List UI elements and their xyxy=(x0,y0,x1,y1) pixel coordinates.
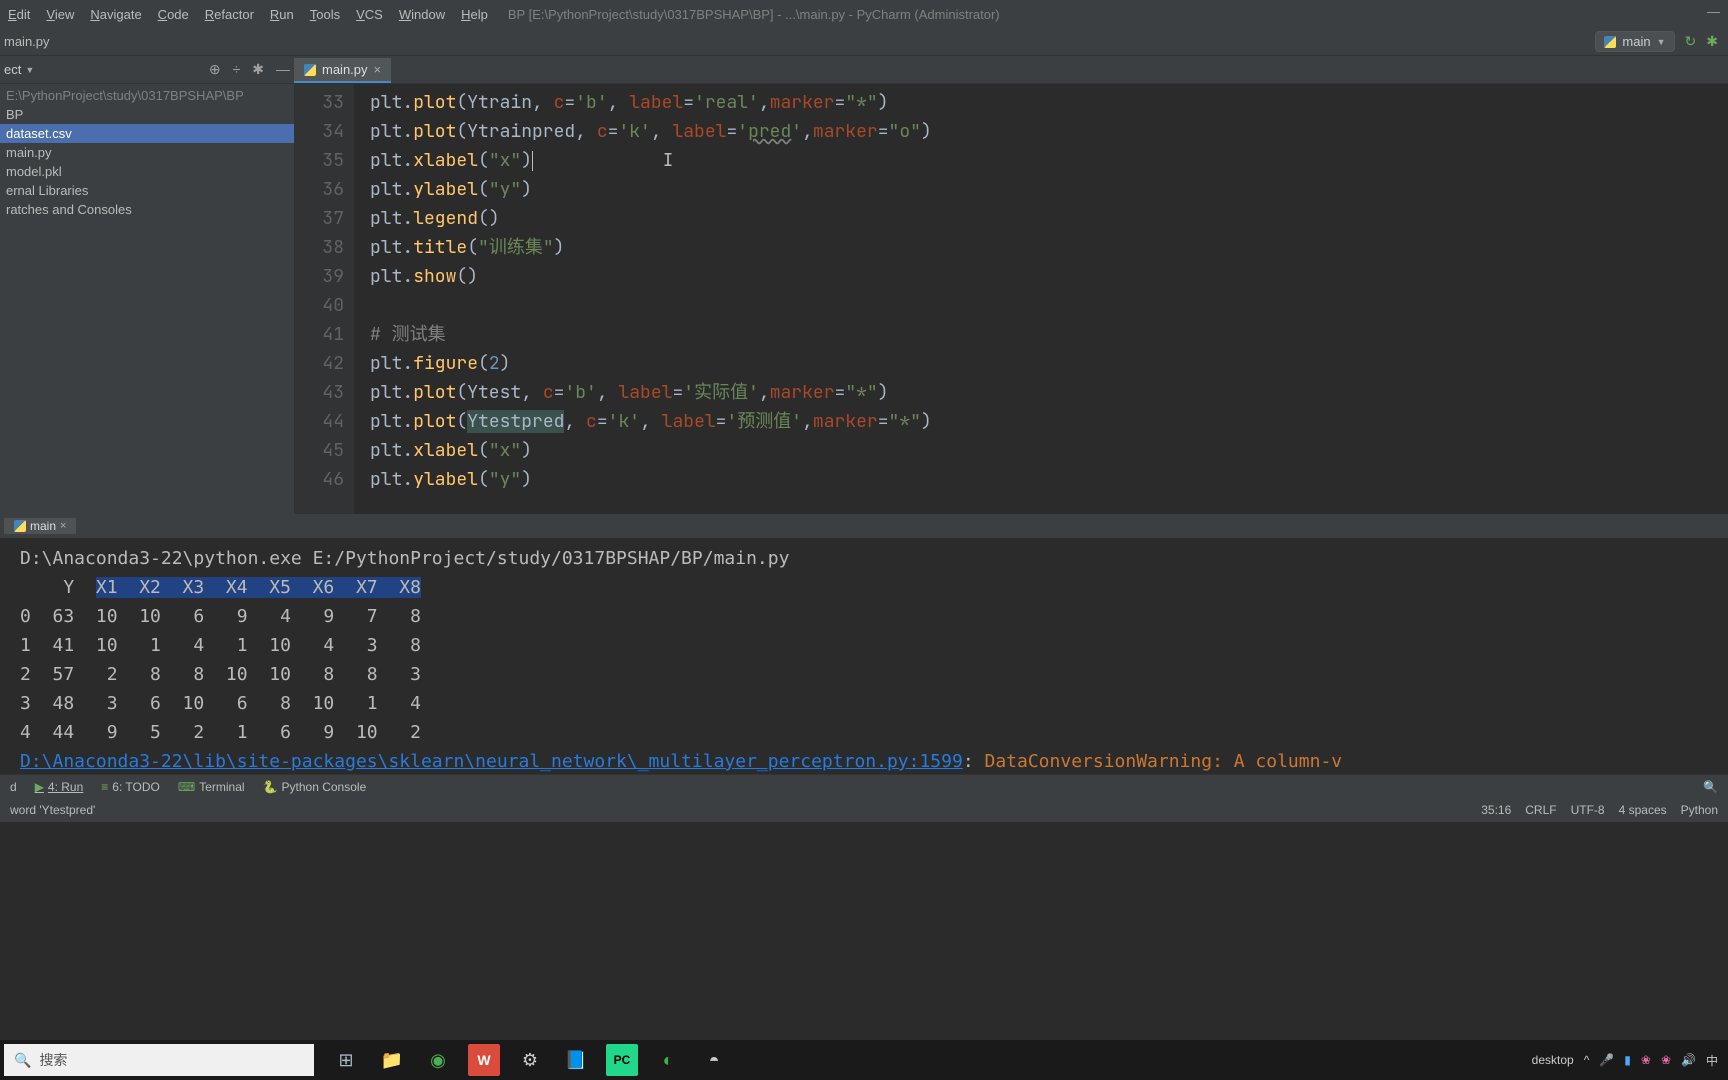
ime-indicator[interactable]: 中 xyxy=(1706,1052,1718,1069)
task-view-icon[interactable]: ⊞ xyxy=(330,1044,362,1076)
code-text[interactable]: plt.plot(Ytrain, c='b', label='real',mar… xyxy=(354,84,1728,514)
file-explorer-icon[interactable]: 📁 xyxy=(376,1044,408,1076)
tool-window-bar: d ▶ 4: Run ≡ 6: TODO ⌨ Terminal 🐍 Python Con… xyxy=(0,774,1728,798)
editor: main.py × 3334353637383940414243444546 p… xyxy=(294,56,1728,514)
minimize-icon[interactable]: — xyxy=(1707,4,1720,19)
tray-icon[interactable]: ❀ xyxy=(1641,1053,1651,1067)
tool-window-button[interactable]: ≡ 6: TODO xyxy=(101,780,160,794)
tool-window-button[interactable]: d xyxy=(10,780,17,794)
browser-icon[interactable]: ◉ xyxy=(422,1044,454,1076)
menu-item[interactable]: Help xyxy=(461,7,488,22)
nav-path: main.py xyxy=(4,34,50,49)
editor-tab[interactable]: main.py × xyxy=(294,58,391,83)
menu-item[interactable]: Refactor xyxy=(205,7,254,22)
tree-item[interactable]: main.py xyxy=(0,143,294,162)
sidebar-title: ect xyxy=(4,62,21,77)
tree-item[interactable]: BP xyxy=(0,105,294,124)
project-tree[interactable]: E:\PythonProject\study\0317BPSHAP\BPBPda… xyxy=(0,84,294,221)
volume-icon[interactable]: 🔊 xyxy=(1681,1053,1696,1067)
search-placeholder: 搜索 xyxy=(39,1050,67,1070)
editor-tab-bar: main.py × xyxy=(294,56,1728,84)
menu-item[interactable]: Code xyxy=(158,7,189,22)
status-item[interactable]: CRLF xyxy=(1525,803,1556,817)
console-tab-label: main xyxy=(30,519,56,533)
search-icon: 🔍 xyxy=(14,1052,31,1069)
tool-window-button[interactable]: ▶ 4: Run xyxy=(35,780,84,794)
python-icon xyxy=(1604,36,1616,48)
python-icon xyxy=(304,64,316,76)
tree-item[interactable]: E:\PythonProject\study\0317BPSHAP\BP xyxy=(0,86,294,105)
status-item[interactable]: UTF-8 xyxy=(1571,803,1605,817)
project-sidebar: ect ▼ ⊕ ÷ ✱ — E:\PythonProject\study\031… xyxy=(0,56,294,514)
tool-window-button[interactable]: 🐍 Python Console xyxy=(263,780,367,794)
windows-taskbar: 🔍 搜索 ⊞ 📁 ◉ W ⚙ 📘 PC ◐ ◓ desktop ^ 🎤 ▮ ❀ … xyxy=(0,1040,1728,1080)
wps-icon[interactable]: W xyxy=(468,1044,500,1076)
status-item[interactable]: 35:16 xyxy=(1481,803,1511,817)
menu-item[interactable]: Edit xyxy=(8,7,30,22)
sort-icon[interactable]: ÷ xyxy=(233,61,241,78)
collapse-icon[interactable]: — xyxy=(276,61,290,78)
tree-item[interactable]: model.pkl xyxy=(0,162,294,181)
close-icon[interactable]: × xyxy=(374,62,382,77)
run-config-name: main xyxy=(1622,34,1650,49)
gutter: 3334353637383940414243444546 xyxy=(294,84,354,514)
run-configuration[interactable]: main ▼ xyxy=(1595,31,1674,52)
tool-window-button[interactable]: ⌨ Terminal xyxy=(178,780,245,794)
run-tool-window: main × D:\Anaconda3-22\python.exe E:/Pyt… xyxy=(0,514,1728,774)
tray-label[interactable]: desktop xyxy=(1532,1053,1574,1067)
window-title: BP [E:\PythonProject\study\0317BPSHAP\BP… xyxy=(508,7,1000,22)
code-area[interactable]: 3334353637383940414243444546 plt.plot(Yt… xyxy=(294,84,1728,514)
chevron-down-icon: ▼ xyxy=(1657,37,1666,47)
tree-item[interactable]: ratches and Consoles xyxy=(0,200,294,219)
gear-icon[interactable]: ✱ xyxy=(1706,33,1718,50)
menu-bar: Edit View Navigate Code Refactor Run Tools VCS W… xyxy=(8,7,488,22)
chevron-down-icon[interactable]: ▼ xyxy=(25,65,34,75)
console-tab[interactable]: main × xyxy=(4,518,76,534)
console-tab-bar: main × xyxy=(0,514,1728,538)
python-icon xyxy=(14,520,26,532)
console-output[interactable]: D:\Anaconda3-22\python.exe E:/PythonProj… xyxy=(0,538,1728,782)
status-item[interactable]: Python xyxy=(1681,803,1718,817)
tree-item[interactable]: dataset.csv xyxy=(0,124,294,143)
taskbar-search[interactable]: 🔍 搜索 xyxy=(4,1044,314,1076)
status-bar: word 'Ytestpred' 35:16 CRLF UTF-8 4 spaces P… xyxy=(0,798,1728,822)
title-bar: Edit View Navigate Code Refactor Run Tools VCS W… xyxy=(0,0,1728,28)
reload-icon[interactable]: ↻ xyxy=(1685,33,1697,50)
settings-icon[interactable]: ✱ xyxy=(252,61,264,78)
menu-item[interactable]: VCS xyxy=(356,7,383,22)
window-controls: — xyxy=(1707,4,1720,19)
status-left: word 'Ytestpred' xyxy=(10,803,95,817)
menu-item[interactable]: Run xyxy=(270,7,294,22)
tray-icon[interactable]: ❀ xyxy=(1661,1053,1671,1067)
close-icon[interactable]: × xyxy=(60,520,66,532)
menu-item[interactable]: Navigate xyxy=(90,7,141,22)
menu-item[interactable]: Tools xyxy=(310,7,340,22)
tray-icon[interactable]: ▮ xyxy=(1624,1053,1631,1067)
chevron-up-icon[interactable]: ^ xyxy=(1584,1053,1590,1067)
search-icon[interactable]: 🔍 xyxy=(1703,780,1718,794)
notepad-icon[interactable]: 📘 xyxy=(560,1044,592,1076)
status-item[interactable]: 4 spaces xyxy=(1619,803,1667,817)
tree-item[interactable]: ernal Libraries xyxy=(0,181,294,200)
pycharm-icon[interactable]: PC xyxy=(606,1044,638,1076)
sidebar-header: ect ▼ ⊕ ÷ ✱ — xyxy=(0,56,294,84)
anaconda-icon[interactable]: ◐ xyxy=(652,1044,684,1076)
target-icon[interactable]: ⊕ xyxy=(209,61,221,78)
navigation-bar: main.py main ▼ ↻ ✱ xyxy=(0,28,1728,56)
menu-item[interactable]: Window xyxy=(399,7,445,22)
microphone-icon[interactable]: 🎤 xyxy=(1599,1053,1614,1067)
settings-icon[interactable]: ⚙ xyxy=(514,1044,546,1076)
editor-tab-label: main.py xyxy=(322,62,368,77)
menu-item[interactable]: View xyxy=(46,7,74,22)
taskbar-apps: ⊞ 📁 ◉ W ⚙ 📘 PC ◐ ◓ xyxy=(330,1044,730,1076)
system-tray: desktop ^ 🎤 ▮ ❀ ❀ 🔊 中 xyxy=(1532,1052,1728,1069)
app-icon[interactable]: ◓ xyxy=(698,1044,730,1076)
